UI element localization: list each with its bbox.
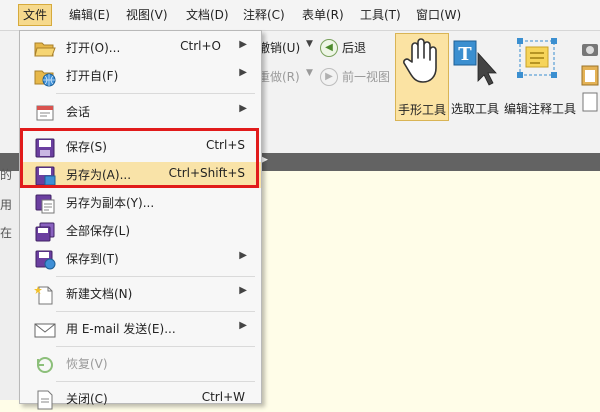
hand-tool-button[interactable]: 手形工具: [395, 33, 449, 121]
folder-globe-icon: [34, 70, 56, 87]
panel-text-fragment: 的: [0, 168, 13, 182]
menu-item-label: 会话: [66, 105, 91, 119]
document-icon[interactable]: [580, 91, 600, 113]
save-to-icon: [35, 250, 56, 270]
menu-item-label: 新建文档(N): [66, 287, 133, 301]
menu-item-label: 打开(O)...: [66, 41, 121, 55]
select-tool-button[interactable]: T 选取工具: [449, 33, 501, 119]
select-tool-label: 选取工具: [450, 102, 499, 116]
menu-separator: [56, 276, 255, 277]
menu-item-open-from[interactable]: 打开自(F) ▶: [20, 63, 261, 89]
edit-annotation-icon: [517, 38, 557, 78]
session-icon: [36, 105, 54, 121]
menu-window[interactable]: 窗口(W): [416, 5, 461, 25]
menu-item-new-document[interactable]: 新建文档(N) ▶: [20, 281, 261, 307]
menu-item-session[interactable]: 会话 ▶: [20, 99, 261, 125]
redo-dropdown-icon[interactable]: ▼: [306, 68, 313, 78]
menu-edit[interactable]: 编辑(E): [69, 5, 110, 25]
edit-annotation-tool-button[interactable]: 编辑注释工具: [504, 33, 576, 119]
menu-item-label: 全部保存(L): [66, 224, 131, 238]
menu-item-shortcut: Ctrl+W: [201, 390, 245, 404]
menu-item-save-all[interactable]: 全部保存(L): [20, 218, 261, 244]
menu-item-label: 打开自(F): [66, 69, 119, 83]
menu-item-close[interactable]: 关闭(C) Ctrl+W: [20, 386, 261, 412]
close-document-icon: [37, 390, 53, 410]
menu-item-save-copy[interactable]: 另存为副本(Y)...: [20, 190, 261, 216]
submenu-arrow-icon: ▶: [239, 39, 247, 50]
menu-item-label: 另存为副本(Y)...: [66, 196, 155, 210]
tab-scroll-right-icon[interactable]: ▶: [261, 155, 268, 165]
svg-text:T: T: [458, 44, 472, 65]
redo-button[interactable]: 重做(R): [258, 68, 300, 85]
edit-annotation-tool-label: 编辑注释工具: [504, 102, 577, 116]
menu-separator: [56, 311, 255, 312]
menu-form[interactable]: 表单(R): [302, 5, 344, 25]
clipboard-icon[interactable]: [580, 63, 600, 87]
menu-document[interactable]: 文档(D): [186, 5, 229, 25]
save-copy-icon: [35, 194, 55, 214]
submenu-arrow-icon: ▶: [239, 67, 247, 78]
panel-text-fragment: 用: [0, 198, 13, 212]
revert-icon: [37, 357, 53, 373]
menu-view[interactable]: 视图(V): [126, 5, 168, 25]
text-select-icon: T: [453, 40, 497, 86]
panel-text-fragment: 在: [0, 226, 13, 240]
red-highlight-box: [20, 128, 259, 188]
forward-arrow-icon[interactable]: ▶: [320, 68, 338, 86]
undo-dropdown-icon[interactable]: ▼: [306, 39, 313, 49]
menu-item-open[interactable]: 打开(O)... Ctrl+O ▶: [20, 35, 261, 61]
menu-item-send-email[interactable]: 用 E-mail 发送(E)... ▶: [20, 316, 261, 342]
file-menu-dropdown: 打开(O)... Ctrl+O ▶ 打开自(F) ▶ 会话 ▶ 保存(S) Ct…: [19, 30, 262, 410]
hand-icon: [403, 38, 437, 83]
save-all-icon: [35, 222, 55, 242]
menu-separator: [56, 346, 255, 347]
back-arrow-icon[interactable]: ◀: [320, 39, 338, 57]
back-button[interactable]: 后退: [342, 39, 366, 56]
menu-file[interactable]: 文件: [18, 4, 53, 26]
menu-item-revert[interactable]: 恢复(V): [20, 351, 261, 377]
menu-item-save-to[interactable]: 保存到(T) ▶: [20, 246, 261, 272]
forward-view-button[interactable]: 前一视图: [342, 68, 390, 85]
menu-separator: [56, 381, 255, 382]
menu-item-label: 恢复(V): [66, 357, 108, 371]
menu-bar: 文件 编辑(E) 视图(V) 文档(D) 注释(C) 表单(R) 工具(T) 窗…: [0, 0, 600, 31]
submenu-arrow-icon: ▶: [239, 103, 247, 114]
undo-button[interactable]: 撤销(U): [258, 39, 300, 56]
menu-comment[interactable]: 注释(C): [243, 5, 285, 25]
document-canvas[interactable]: [260, 171, 600, 400]
submenu-arrow-icon: ▶: [239, 285, 247, 296]
menu-item-label: 保存到(T): [66, 252, 119, 266]
camera-icon[interactable]: [580, 39, 600, 59]
menu-separator: [56, 93, 255, 94]
menu-item-label: 用 E-mail 发送(E)...: [66, 322, 176, 336]
submenu-arrow-icon: ▶: [239, 320, 247, 331]
menu-item-label: 关闭(C): [66, 392, 108, 406]
menu-item-shortcut: Ctrl+O: [180, 39, 221, 53]
menu-tools[interactable]: 工具(T): [360, 5, 401, 25]
email-icon: [34, 323, 56, 338]
new-document-icon: [34, 286, 53, 305]
submenu-arrow-icon: ▶: [239, 250, 247, 261]
folder-open-icon: [34, 42, 56, 57]
